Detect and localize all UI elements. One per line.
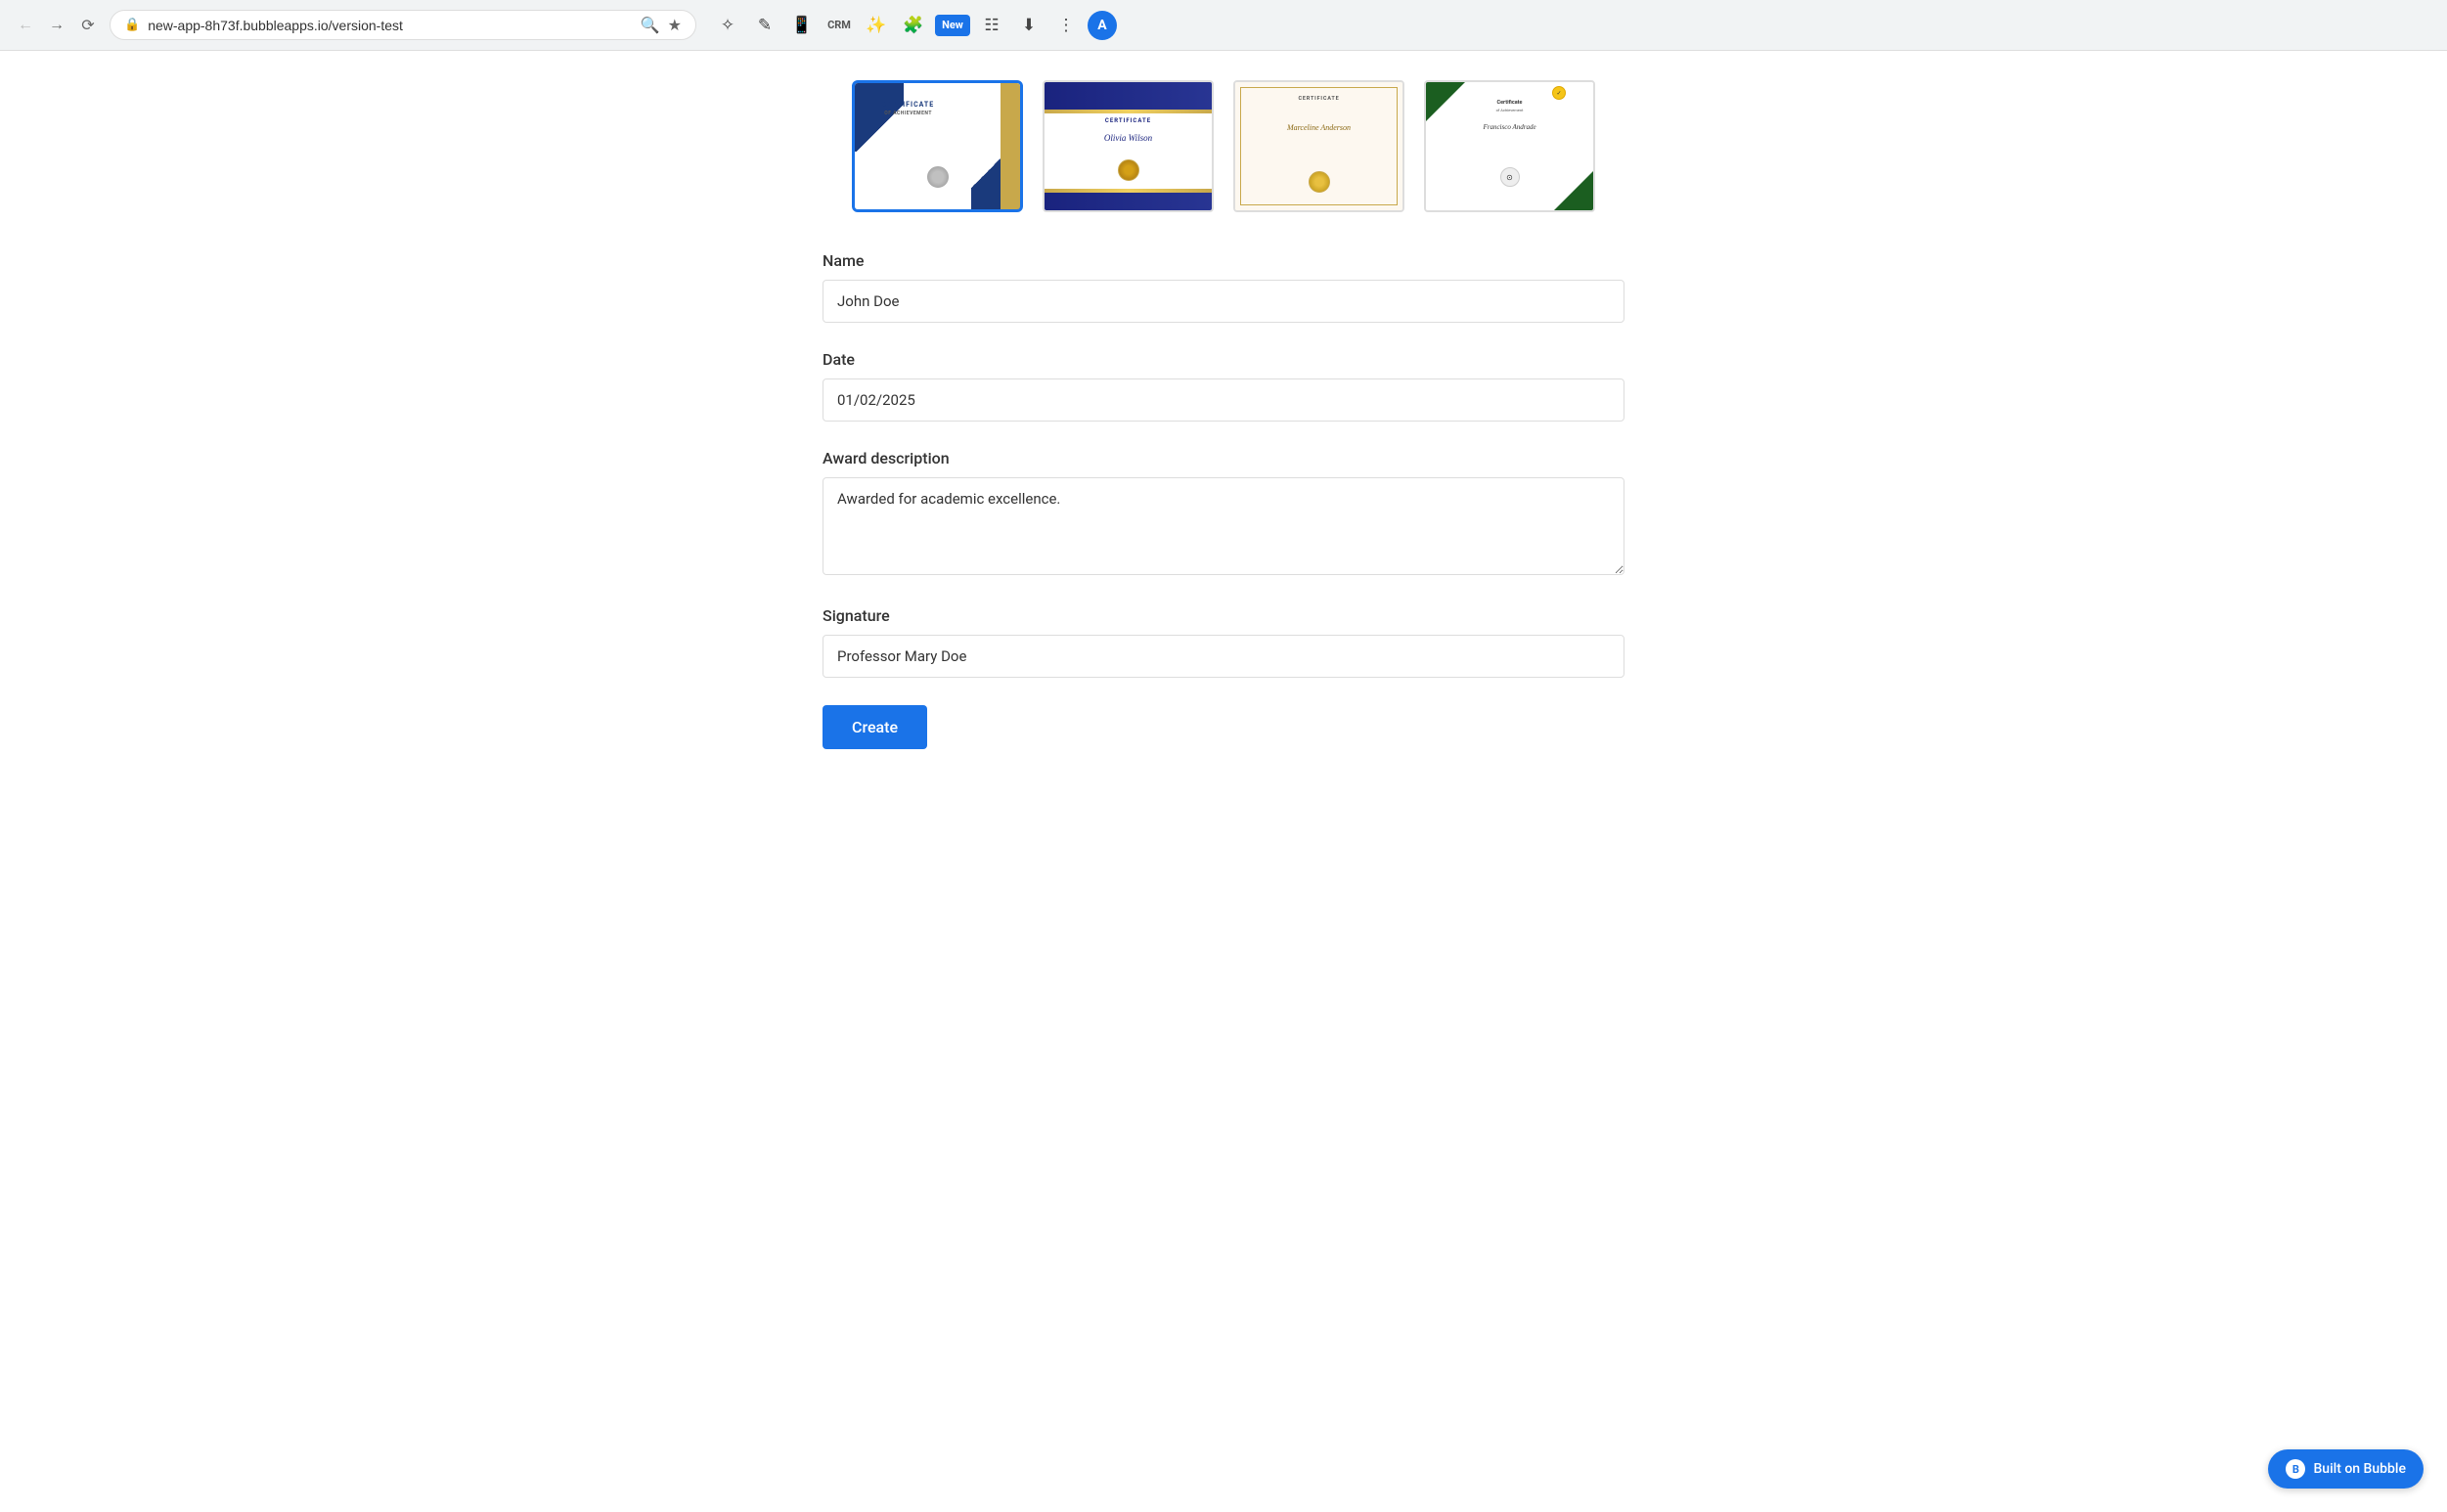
date-group: Date [823, 350, 1624, 422]
name-label: Name [823, 251, 1624, 270]
puzzle-icon[interactable]: 🧩 [898, 10, 929, 41]
award-label: Award description [823, 449, 1624, 467]
main-content: CERTIFICATE OF ACHIEVEMENT CERTIFICATE O… [803, 51, 1644, 808]
new-badge-icon[interactable]: New [935, 15, 970, 36]
templates-row: CERTIFICATE OF ACHIEVEMENT CERTIFICATE O… [803, 80, 1644, 212]
sparkle-icon[interactable]: ✨ [861, 10, 892, 41]
award-textarea[interactable] [823, 477, 1624, 575]
form-section: Name Date Award description Signature Cr… [803, 251, 1644, 749]
grid-icon[interactable]: ☷ [976, 10, 1007, 41]
mobile-icon[interactable]: 📱 [786, 10, 818, 41]
create-button[interactable]: Create [823, 705, 927, 749]
bubble-logo-icon: B [2286, 1459, 2305, 1479]
name-group: Name [823, 251, 1624, 323]
name-input[interactable] [823, 280, 1624, 323]
signature-label: Signature [823, 606, 1624, 625]
browser-chrome: ← → ⟳ 🔒 🔍 ★ ✧ ✎ 📱 CRM ✨ 🧩 New ☷ ⬇ ⋮ A [0, 0, 2447, 51]
template-card-1[interactable]: CERTIFICATE OF ACHIEVEMENT [852, 80, 1023, 212]
signature-group: Signature [823, 606, 1624, 678]
template-card-2[interactable]: CERTIFICATE Olivia Wilson [1043, 80, 1214, 212]
url-input[interactable] [148, 18, 633, 33]
nav-buttons: ← → ⟳ [12, 12, 102, 39]
built-on-bubble-badge[interactable]: B Built on Bubble [2268, 1449, 2424, 1489]
search-icon[interactable]: 🔍 [641, 16, 660, 34]
more-icon[interactable]: ⋮ [1050, 10, 1082, 41]
bookmark-icon[interactable]: ★ [668, 16, 682, 34]
cert1-title-text: CERTIFICATE OF ACHIEVEMENT [882, 101, 934, 117]
cert-preview-4: ✓ Certificate of Achievement Francisco A… [1426, 82, 1593, 210]
download-icon[interactable]: ⬇ [1013, 10, 1045, 41]
date-input[interactable] [823, 378, 1624, 422]
forward-button[interactable]: → [43, 12, 70, 39]
toolbar-icons: ✧ ✎ 📱 CRM ✨ 🧩 New ☷ ⬇ ⋮ A [712, 10, 1117, 41]
avatar[interactable]: A [1088, 11, 1117, 40]
address-bar[interactable]: 🔒 🔍 ★ [110, 10, 696, 40]
extensions-icon[interactable]: ✧ [712, 10, 743, 41]
lock-icon: 🔒 [124, 18, 140, 32]
cert-preview-1: CERTIFICATE OF ACHIEVEMENT [855, 83, 1020, 209]
cert-preview-2: CERTIFICATE Olivia Wilson [1045, 82, 1212, 210]
date-label: Date [823, 350, 1624, 369]
cert-preview-3: CERTIFICATE Marceline Anderson [1235, 82, 1402, 210]
edit-icon[interactable]: ✎ [749, 10, 780, 41]
template-card-4[interactable]: ✓ Certificate of Achievement Francisco A… [1424, 80, 1595, 212]
built-on-bubble-label: Built on Bubble [2313, 1461, 2406, 1477]
template-card-3[interactable]: CERTIFICATE Marceline Anderson [1233, 80, 1404, 212]
back-button[interactable]: ← [12, 12, 39, 39]
crm-icon[interactable]: CRM [823, 10, 855, 41]
award-group: Award description [823, 449, 1624, 579]
reload-button[interactable]: ⟳ [74, 12, 102, 39]
signature-input[interactable] [823, 635, 1624, 678]
